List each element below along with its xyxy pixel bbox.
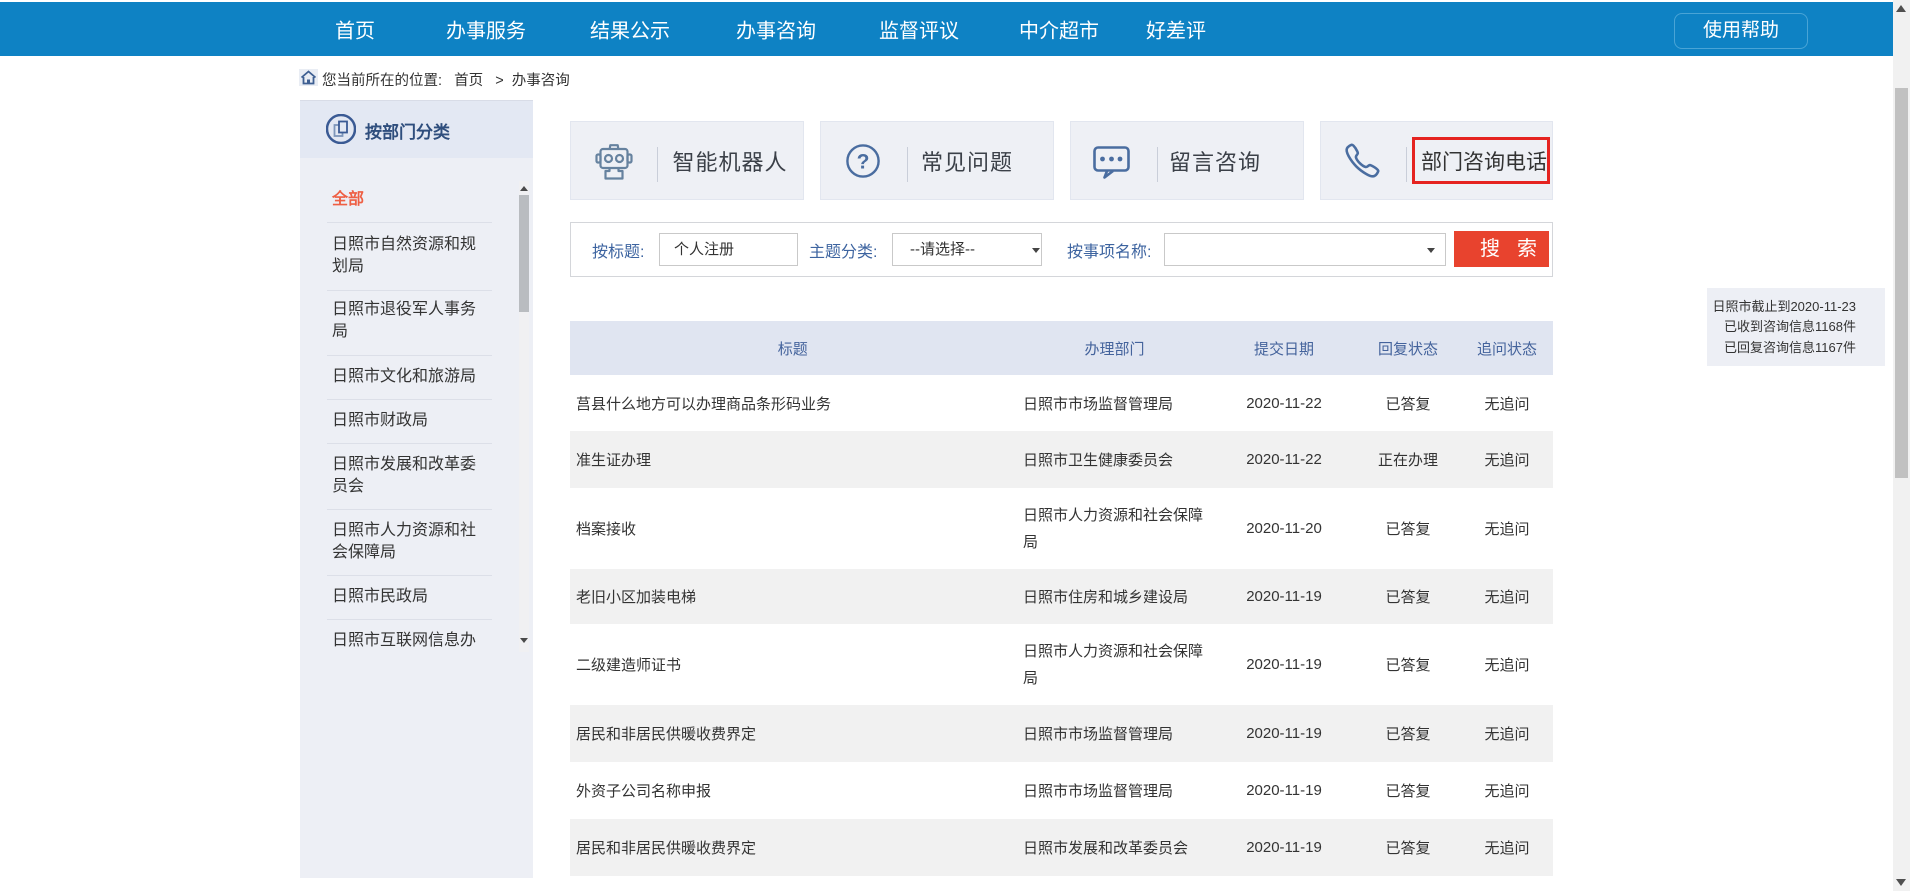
svg-text:?: ?: [857, 151, 870, 174]
